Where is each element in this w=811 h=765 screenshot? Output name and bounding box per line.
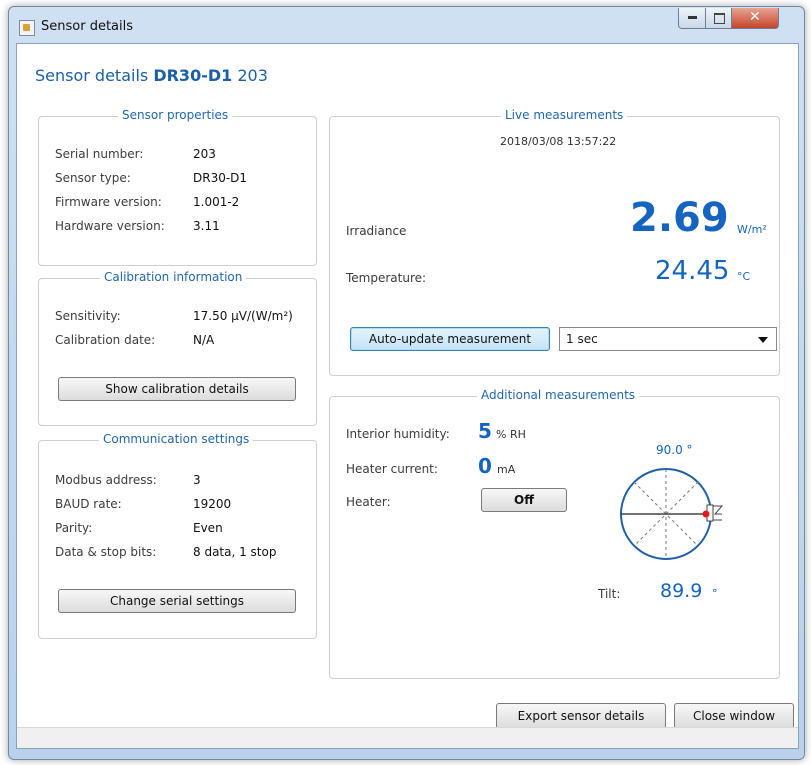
interior-humidity-unit: % RH — [496, 428, 526, 441]
export-sensor-details-button[interactable]: Export sensor details — [496, 703, 666, 729]
hardware-version-label: Hardware version: — [55, 219, 165, 233]
window-title: Sensor details — [41, 19, 134, 34]
sensor-mount-icon — [713, 505, 724, 521]
parity-label: Parity: — [55, 521, 93, 535]
heater-current-label: Heater current: — [346, 462, 438, 476]
heading-model: DR30-D1 — [153, 66, 233, 85]
temperature-unit: °C — [737, 270, 751, 283]
tilt-top-label: 90.0 ° — [656, 443, 693, 457]
tilt-indicator-dot — [702, 510, 710, 518]
baud-rate-value: 19200 — [193, 497, 232, 511]
minimize-icon — [688, 16, 697, 19]
irradiance-unit: W/m² — [737, 223, 767, 236]
update-interval-select[interactable]: 1 sec — [559, 327, 777, 351]
communication-settings-group: Communication settings Modbus address: 3… — [38, 432, 317, 639]
sensitivity-label: Sensitivity: — [55, 309, 121, 323]
data-stop-bits-value: 8 data, 1 stop — [193, 545, 277, 559]
sensor-details-window: Sensor details ✕ Sensor details DR30-D1 … — [8, 6, 805, 760]
sensor-type-value: DR30-D1 — [193, 171, 248, 185]
additional-measurements-title: Additional measurements — [477, 388, 640, 402]
irradiance-value: 2.69 — [630, 195, 729, 241]
live-measurements-title: Live measurements — [501, 108, 628, 122]
tilt-value: 89.9 — [660, 580, 703, 602]
heading-serial: 203 — [237, 66, 268, 85]
maximize-button[interactable] — [705, 8, 733, 29]
calibration-title: Calibration information — [100, 270, 247, 284]
tilt-label: Tilt: — [598, 587, 621, 601]
calibration-date-value: N/A — [193, 333, 215, 347]
serial-number-label: Serial number: — [55, 147, 144, 161]
calibration-group: Calibration information Sensitivity: 17.… — [38, 270, 317, 426]
interior-humidity-value: 5 — [478, 419, 492, 443]
auto-update-measurement-button[interactable]: Auto-update measurement — [350, 327, 550, 351]
java-app-icon — [19, 20, 35, 36]
hardware-version-value: 3.11 — [193, 219, 220, 233]
tilt-gauge — [620, 468, 724, 560]
data-stop-bits-label: Data & stop bits: — [55, 545, 157, 559]
live-measurements-group: Live measurements 2018/03/08 13:57:22 Ir… — [329, 108, 780, 376]
sensor-properties-group: Sensor properties Serial number: 203 Sen… — [38, 108, 317, 266]
modbus-address-label: Modbus address: — [55, 473, 157, 487]
show-calibration-details-button[interactable]: Show calibration details — [58, 377, 296, 401]
heater-label: Heater: — [346, 495, 391, 509]
additional-measurements-group: Additional measurements Interior humidit… — [329, 388, 780, 679]
maximize-icon — [714, 13, 725, 24]
calibration-date-label: Calibration date: — [55, 333, 156, 347]
modbus-address-value: 3 — [193, 473, 201, 487]
baud-rate-label: BAUD rate: — [55, 497, 122, 511]
window-client-area: Sensor details DR30-D1 203 Sensor proper… — [16, 43, 799, 749]
firmware-version-value: 1.001-2 — [193, 195, 240, 209]
close-window-footer-button[interactable]: Close window — [674, 703, 794, 729]
minimize-button[interactable] — [678, 8, 707, 29]
interior-humidity-label: Interior humidity: — [346, 427, 450, 441]
heater-toggle-button[interactable]: Off — [481, 488, 567, 512]
sensitivity-value: 17.50 μV/(W/m²) — [193, 309, 293, 323]
heading-prefix: Sensor details — [35, 66, 149, 85]
tilt-unit: ° — [712, 587, 718, 600]
temperature-value: 24.45 — [655, 256, 730, 286]
serial-number-value: 203 — [193, 147, 216, 161]
chevron-down-icon — [758, 337, 768, 343]
update-interval-value: 1 sec — [566, 332, 598, 346]
communication-settings-title: Communication settings — [99, 432, 254, 446]
sensor-type-label: Sensor type: — [55, 171, 131, 185]
change-serial-settings-button[interactable]: Change serial settings — [58, 589, 296, 613]
sensor-properties-title: Sensor properties — [118, 108, 233, 122]
irradiance-label: Irradiance — [346, 224, 407, 238]
firmware-version-label: Firmware version: — [55, 195, 162, 209]
title-bar[interactable]: Sensor details ✕ — [9, 7, 804, 43]
heater-current-unit: mA — [497, 463, 516, 476]
temperature-label: Temperature: — [346, 271, 427, 285]
status-bar — [17, 727, 798, 748]
close-window-button[interactable]: ✕ — [731, 8, 779, 29]
close-icon: ✕ — [749, 9, 761, 25]
measurement-timestamp: 2018/03/08 13:57:22 — [500, 135, 617, 148]
heater-current-value: 0 — [478, 454, 492, 478]
parity-value: Even — [193, 521, 223, 535]
page-heading: Sensor details DR30-D1 203 — [35, 66, 268, 85]
